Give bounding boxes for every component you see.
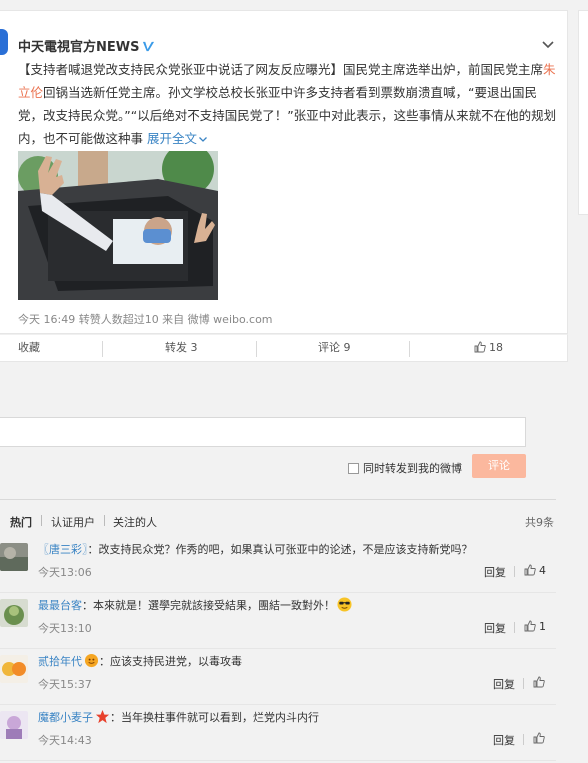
thumbs-up-icon	[533, 732, 545, 744]
right-sidebar-edge	[578, 10, 588, 215]
star-badge-icon	[95, 709, 110, 724]
thumbs-up-icon	[524, 620, 536, 632]
divider	[514, 566, 515, 577]
post-meta: 今天 16:49 转赞人数超过10 来自 微博 weibo.com	[18, 313, 273, 326]
thumbs-up-icon	[524, 564, 536, 576]
comment-filter-bar: 热门 认证用户 关注的人 共9条	[0, 499, 556, 537]
thumbs-up-icon	[474, 341, 486, 353]
commenter-name[interactable]: 魔都小麦子	[38, 711, 93, 724]
expand-label[interactable]: 展开全文	[147, 131, 197, 146]
post-body-part2: 回锅当选新任党主席。孙文学校总校长张亚中许多支持者看到票数崩溃直喊，“要退出国民…	[18, 85, 557, 146]
like-count: 18	[489, 341, 503, 354]
filter-verified[interactable]: 认证用户	[51, 514, 95, 530]
comment-text: ：应该支持民进党，以毒攻毒	[99, 655, 242, 668]
divider	[523, 678, 524, 689]
divider	[102, 341, 103, 357]
divider	[104, 515, 105, 526]
comment-item: 魔都小麦子 ：当年换柱事件就可以看到，烂党内斗内行 今天14:43 回复	[0, 705, 556, 761]
like-button[interactable]: 18	[474, 335, 503, 361]
comment-item: 贰拾年代 ：应该支持民进党，以毒攻毒 今天15:37 回复	[0, 649, 556, 705]
share-label: 同时转发到我的微博	[363, 462, 462, 475]
comment-like-button[interactable]	[533, 732, 548, 745]
post-photo[interactable]	[18, 151, 218, 300]
commenter-name[interactable]: 最最台客	[38, 599, 82, 612]
divider	[409, 341, 410, 357]
comment-text: ：当年换柱事件就可以看到，烂党内斗内行	[110, 711, 319, 724]
share-to-weibo-option[interactable]: 同时转发到我的微博	[348, 460, 462, 476]
filter-following[interactable]: 关注的人	[113, 514, 157, 530]
share-checkbox[interactable]	[348, 463, 359, 474]
repost-button[interactable]: 转发 3	[165, 335, 198, 361]
comment-like-button[interactable]: 1	[524, 620, 546, 633]
submit-comment-button[interactable]: 评论	[472, 454, 526, 478]
comment-item: 〖唐三彩〗：改支持民众党？作秀的吧，如果真认可张亚中的论述，不是应该支持新党吗？…	[0, 537, 556, 593]
comment-time: 今天13:10	[38, 622, 92, 635]
reply-button[interactable]: 回复	[493, 676, 515, 692]
author-name[interactable]: 中天電視官方NEWS	[18, 40, 139, 55]
chevron-down-icon	[199, 137, 207, 142]
avatar[interactable]	[0, 655, 28, 683]
comment-like-count: 4	[539, 564, 546, 577]
expand-full-text-link[interactable]: 展开全文	[147, 131, 208, 146]
commenter-name[interactable]: 贰拾年代	[38, 655, 82, 668]
divider	[523, 734, 524, 745]
commenter-name[interactable]: 〖唐三彩〗	[38, 543, 88, 556]
sunglasses-emoji-icon	[337, 597, 352, 612]
divider	[256, 341, 257, 357]
comment-time: 今天14:43	[38, 734, 92, 747]
comment-text: ：改支持民众党？作秀的吧，如果真认可张亚中的论述，不是应该支持新党吗？	[87, 543, 473, 556]
avatar[interactable]	[0, 711, 28, 739]
comment-time: 今天15:37	[38, 678, 92, 691]
reply-button[interactable]: 回复	[484, 564, 506, 580]
weibo-post-card: 中天電視官方NEWS 【支持者喊退党改支持民众党张亚中说话了网友反应曝光】国民党…	[0, 10, 568, 334]
reply-button[interactable]: 回复	[493, 732, 515, 748]
post-body-part1: 【支持者喊退党改支持民众党张亚中说话了网友反应曝光】国民党主席选举出炉，前国民党…	[18, 62, 544, 77]
author-avatar[interactable]	[0, 29, 8, 55]
comment-text: ：本來就是！選學完就該接受結果，團結一致對外！	[82, 599, 335, 612]
post-action-bar: 收藏 转发 3 评论 9 18	[0, 334, 568, 362]
favorite-button[interactable]: 收藏	[18, 335, 40, 361]
reply-button[interactable]: 回复	[484, 620, 506, 636]
comment-like-button[interactable]	[533, 676, 548, 689]
comment-item: 最最台客：本來就是！選學完就該接受結果，團結一致對外！ 今天13:10 回复 1	[0, 593, 556, 649]
comment-time: 今天13:06	[38, 566, 92, 579]
filter-hot[interactable]: 热门	[10, 514, 32, 530]
verified-icon	[143, 41, 155, 52]
divider	[514, 622, 515, 633]
comment-button[interactable]: 评论 9	[318, 335, 351, 361]
thumbs-up-icon	[533, 676, 545, 688]
chevron-down-icon[interactable]	[541, 37, 555, 51]
divider	[41, 515, 42, 526]
comment-like-button[interactable]: 4	[524, 564, 546, 577]
comment-like-count: 1	[539, 620, 546, 633]
comment-input[interactable]	[0, 417, 526, 447]
member-badge-icon	[84, 653, 99, 668]
comment-total: 共9条	[525, 516, 554, 529]
post-text: 【支持者喊退党改支持民众党张亚中说话了网友反应曝光】国民党主席选举出炉，前国民党…	[18, 58, 558, 150]
avatar[interactable]	[0, 599, 28, 627]
avatar[interactable]	[0, 543, 28, 571]
